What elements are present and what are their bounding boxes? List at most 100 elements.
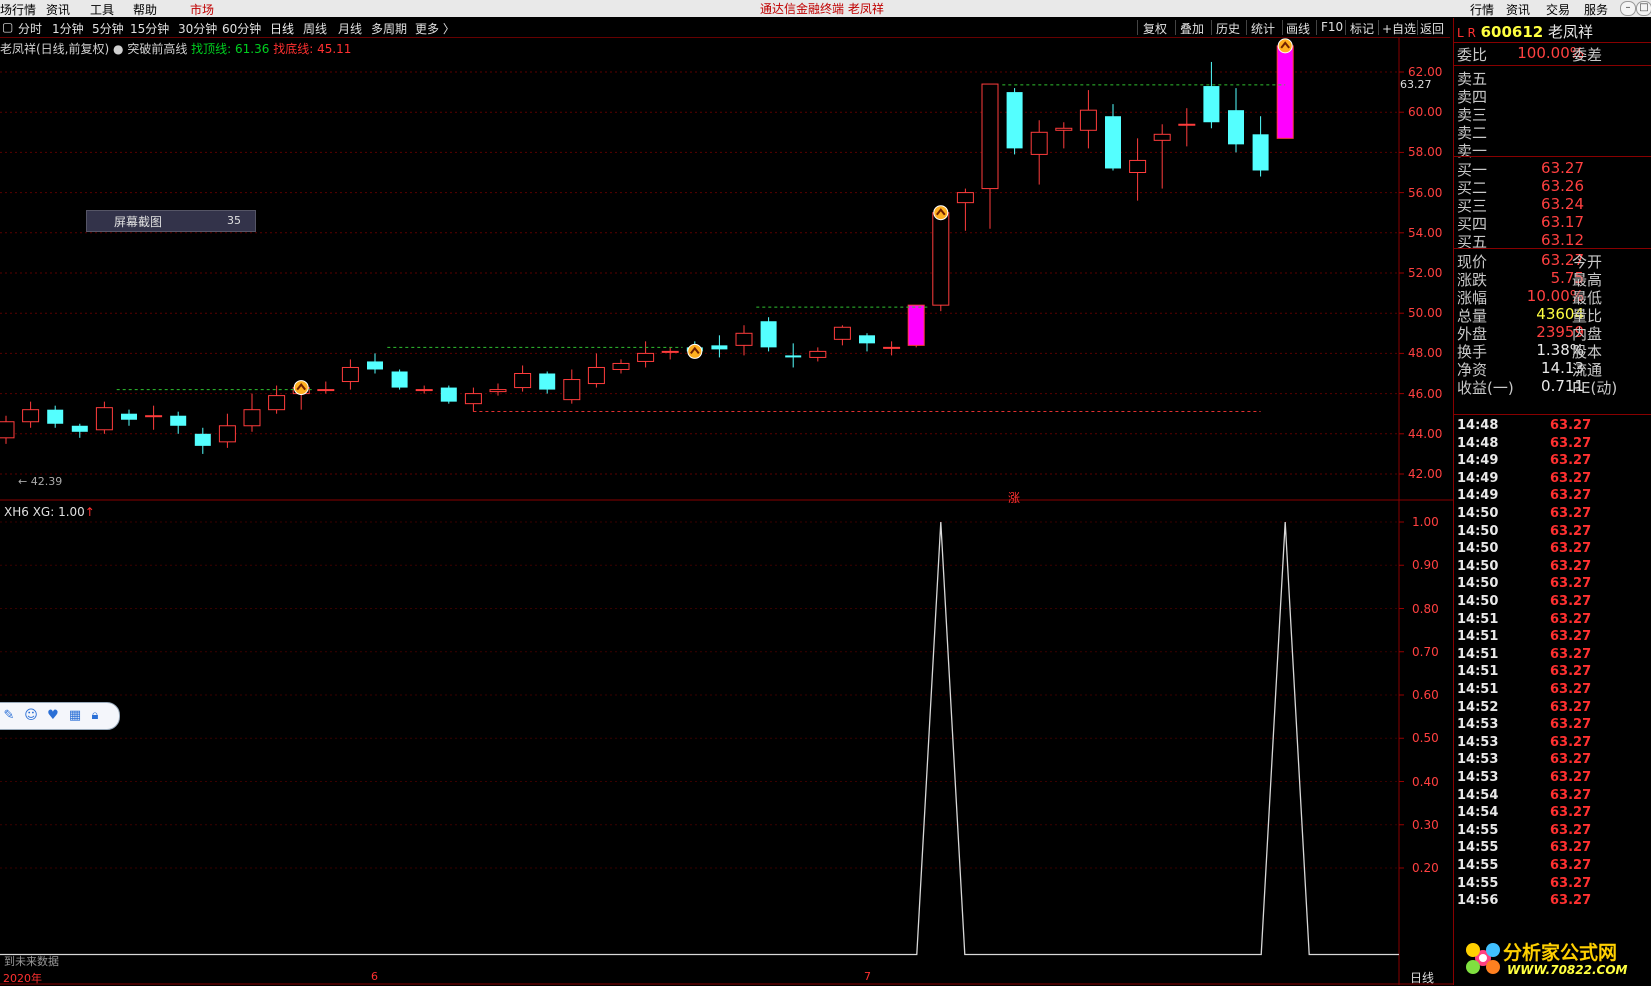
sub-axis-label: 1.00 xyxy=(1412,515,1439,529)
divider xyxy=(1454,65,1651,66)
tick-row: 14:50 63.27 xyxy=(1454,541,1651,558)
menu-tools[interactable]: 工具 xyxy=(90,1,114,18)
tb-add-favorite[interactable]: +自选 xyxy=(1382,20,1416,37)
tb-history[interactable]: 历史 xyxy=(1216,20,1240,37)
price-axis-label: 48.00 xyxy=(1408,346,1443,361)
sub-axis-label: 0.30 xyxy=(1412,817,1439,832)
tick-time: 14:50 xyxy=(1457,594,1499,609)
tick-time: 14:50 xyxy=(1457,576,1499,592)
grid-icon[interactable]: ▦ xyxy=(67,708,83,724)
shirt-icon[interactable]: ♥ xyxy=(45,708,61,724)
menu-news[interactable]: 资讯 xyxy=(46,1,70,18)
period-weekly[interactable]: 周线 xyxy=(303,20,327,37)
tick-row: 14:50 63.27 xyxy=(1454,559,1651,576)
tick-row: 14:51 63.27 xyxy=(1454,629,1651,646)
menu-help[interactable]: 帮助 xyxy=(133,1,157,18)
floating-toolbar: ✎ ☺ ♥ ▦ 🔒︎ xyxy=(0,702,120,730)
period-60min[interactable]: 60分钟 xyxy=(222,20,261,37)
period-more[interactable]: 更多 〉 xyxy=(415,20,455,37)
tick-time: 14:55 xyxy=(1457,875,1499,891)
period-monthly[interactable]: 月线 xyxy=(338,20,362,37)
quote-stat-row: 涨跌 5.75 最高 xyxy=(1454,269,1651,289)
down-candle xyxy=(711,345,728,350)
sub-indicator-axis: 1.00 0.90 0.80 0.70 0.60 0.50 0.40 0.30 0.20 xyxy=(1408,500,1452,960)
tick-price: 63.27 xyxy=(1550,699,1592,715)
smiley-icon[interactable]: ☺ xyxy=(23,708,39,724)
period-5min[interactable]: 5分钟 xyxy=(92,20,124,37)
up-candle xyxy=(981,83,999,190)
down-candle xyxy=(440,387,457,402)
quote-stat-row: 收益(一) 0.711 PE(动) xyxy=(1454,377,1651,397)
up-candle xyxy=(268,395,286,411)
down-candle xyxy=(1006,92,1023,149)
menu-right-service[interactable]: 服务 xyxy=(1584,1,1608,18)
wrench-icon[interactable]: ✎ xyxy=(1,708,17,724)
quote-stat-row: 外盘 23959 内盘 xyxy=(1454,323,1651,343)
sell-level: 卖四 xyxy=(1454,86,1651,106)
tick-time: 14:49 xyxy=(1457,470,1499,486)
date-axis-june: 6 xyxy=(371,970,378,983)
up-candle xyxy=(1030,131,1048,155)
menu-market-quotes[interactable]: 场行情 xyxy=(0,1,36,18)
tick-price: 63.27 xyxy=(1550,629,1592,645)
tick-price: 63.27 xyxy=(1550,611,1592,627)
logo-text: 分析家公式网 xyxy=(1503,942,1618,964)
tick-time: 14:55 xyxy=(1457,840,1499,856)
tick-price: 63.27 xyxy=(1550,453,1592,469)
tick-row: 14:51 63.27 xyxy=(1454,612,1651,629)
up-candle xyxy=(661,350,679,353)
kline-chart-area[interactable] xyxy=(0,38,1453,985)
menu-right-trade[interactable]: 交易 xyxy=(1546,1,1570,18)
minimize-button[interactable]: – xyxy=(1620,1,1636,16)
breakout-marker-icon xyxy=(933,205,949,221)
tb-overlay[interactable]: 叠加 xyxy=(1180,20,1204,37)
buy-level: 买五 63.12 xyxy=(1454,231,1651,251)
tb-back[interactable]: 返回 xyxy=(1420,20,1444,37)
down-candle xyxy=(391,371,408,388)
price-axis-label: 56.00 xyxy=(1408,185,1443,200)
up-candle xyxy=(0,421,15,439)
toolbar-separator xyxy=(1282,20,1283,35)
low-price-label: ← 42.39 xyxy=(18,475,63,488)
screenshot-popup[interactable]: 屏幕截图 35 xyxy=(86,210,256,232)
period-1min[interactable]: 1分钟 xyxy=(52,20,84,37)
price-axis: 62.00 60.00 58.00 56.00 54.00 52.00 50.00 48.00… xyxy=(1408,38,1452,498)
period-15min[interactable]: 15分钟 xyxy=(130,20,169,37)
menu-market[interactable]: 市场 xyxy=(190,1,214,18)
restore-button[interactable]: □ xyxy=(1636,1,1651,16)
sub-indicator-title: XH6 XG: 1.00 xyxy=(4,505,85,519)
order-ratio-row: 委比 100.00% 委差 xyxy=(1454,44,1651,64)
menu-right-news[interactable]: 资讯 xyxy=(1506,1,1530,18)
down-candle xyxy=(170,415,187,426)
tick-time: 14:54 xyxy=(1457,787,1499,803)
lock-icon[interactable]: 🔒︎ xyxy=(87,708,103,724)
buy-level: 买三 63.24 xyxy=(1454,195,1651,215)
tb-draw[interactable]: 画线 xyxy=(1286,20,1310,37)
quote-side-panel: L R 600612 老凤祥 委比 100.00% 委差 卖五 卖四 卖三 卖二 卖一 … xyxy=(1453,18,1651,985)
price-axis-label: 42.00 xyxy=(1408,467,1443,481)
tb-f10[interactable]: F10 xyxy=(1321,20,1343,34)
buy-level: 买一 63.27 xyxy=(1454,159,1651,179)
period-icon[interactable]: ▢ xyxy=(2,20,13,34)
down-candle xyxy=(121,413,137,420)
tick-price: 63.27 xyxy=(1550,576,1592,592)
tb-adjust[interactable]: 复权 xyxy=(1143,20,1167,37)
period-daily[interactable]: 日线 xyxy=(270,20,294,37)
tick-price: 63.27 xyxy=(1550,470,1592,486)
buy-level-price: 63.17 xyxy=(1541,213,1584,231)
down-candle xyxy=(1228,110,1244,145)
main-grid xyxy=(0,38,1453,985)
tick-price: 63.27 xyxy=(1550,893,1592,909)
tb-mark[interactable]: 标记 xyxy=(1350,20,1374,37)
tick-row: 14:51 63.27 xyxy=(1454,664,1651,681)
down-candle xyxy=(1203,86,1220,123)
divider xyxy=(1454,414,1651,415)
tb-stats[interactable]: 统计 xyxy=(1251,20,1275,37)
menu-right-quotes[interactable]: 行情 xyxy=(1470,1,1494,18)
period-30min[interactable]: 30分钟 xyxy=(178,20,217,37)
up-candle xyxy=(1153,133,1171,141)
period-multi[interactable]: 多周期 xyxy=(371,20,407,37)
up-candle xyxy=(1055,127,1073,131)
tick-time: 14:50 xyxy=(1457,523,1499,539)
period-timeshare[interactable]: 分时 xyxy=(18,20,42,37)
